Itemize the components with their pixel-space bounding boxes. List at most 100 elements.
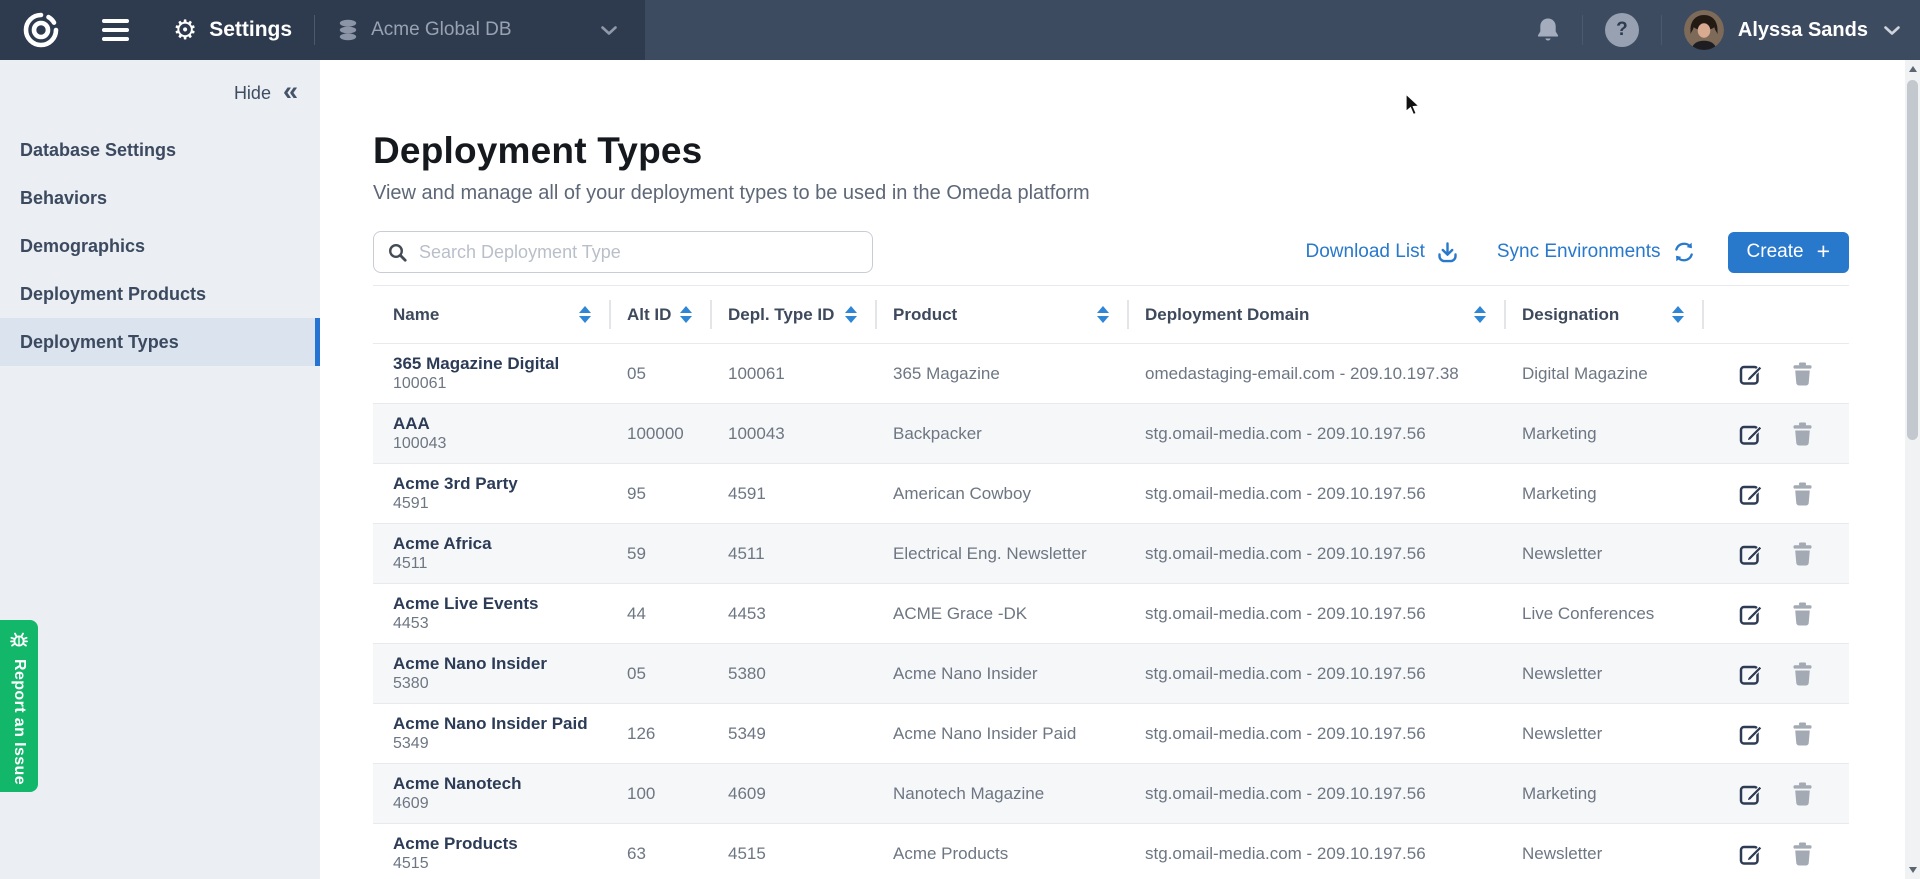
notifications-bell-icon[interactable] — [1536, 17, 1560, 43]
trash-icon[interactable] — [1792, 842, 1813, 866]
cell-name: Acme Live Events 4453 — [373, 593, 609, 634]
hide-label: Hide — [234, 83, 271, 104]
table-header: Name Alt ID Depl. Type ID Product Deploy… — [373, 285, 1849, 344]
edit-icon[interactable] — [1738, 421, 1764, 447]
trash-icon[interactable] — [1792, 782, 1813, 806]
nav-settings[interactable]: ⚙ Settings — [173, 17, 292, 44]
trash-icon[interactable] — [1792, 482, 1813, 506]
trash-icon[interactable] — [1792, 602, 1813, 626]
cell-depl-type-id: 100043 — [710, 424, 875, 444]
sidebar-item-behaviors[interactable]: Behaviors — [0, 174, 320, 222]
report-an-issue-tab[interactable]: Report an Issue — [0, 620, 38, 792]
column-header-deployment-domain[interactable]: Deployment Domain — [1127, 286, 1504, 343]
cell-actions — [1702, 601, 1849, 627]
page-subtitle: View and manage all of your deployment t… — [373, 182, 1849, 205]
cell-alt-id: 63 — [609, 844, 710, 864]
cell-alt-id: 05 — [609, 364, 710, 384]
sidebar-hide-button[interactable]: Hide « — [0, 60, 320, 126]
table-row: Acme Live Events 4453 44 4453 ACME Grace… — [373, 584, 1849, 644]
cell-domain: stg.omail-media.com - 209.10.197.56 — [1127, 604, 1504, 624]
trash-icon[interactable] — [1792, 422, 1813, 446]
cell-actions — [1702, 781, 1849, 807]
sidebar-item-deployment-types[interactable]: Deployment Types — [0, 318, 320, 366]
scroll-down-arrow[interactable] — [1905, 862, 1920, 878]
table-row: Acme Nano Insider 5380 05 5380 Acme Nano… — [373, 644, 1849, 704]
cell-alt-id: 126 — [609, 724, 710, 744]
trash-icon[interactable] — [1792, 362, 1813, 386]
cell-depl-type-id: 5380 — [710, 664, 875, 684]
search-input[interactable] — [373, 231, 873, 273]
sync-environments-link[interactable]: Sync Environments — [1497, 240, 1696, 264]
edit-icon[interactable] — [1738, 721, 1764, 747]
settings-label: Settings — [209, 18, 292, 42]
database-icon — [337, 19, 359, 41]
cell-name: AAA 100043 — [373, 413, 609, 454]
edit-icon[interactable] — [1738, 481, 1764, 507]
vertical-scrollbar — [1905, 60, 1920, 879]
cell-product: Nanotech Magazine — [875, 784, 1127, 804]
create-button[interactable]: Create + — [1728, 232, 1849, 273]
edit-icon[interactable] — [1738, 661, 1764, 687]
edit-icon[interactable] — [1738, 841, 1764, 867]
sort-arrows-icon — [1672, 306, 1684, 323]
navbar-right-section: ? Alyssa Sands — [1536, 0, 1920, 60]
cell-domain: stg.omail-media.com - 209.10.197.56 — [1127, 544, 1504, 564]
cell-actions — [1702, 481, 1849, 507]
user-name[interactable]: Alyssa Sands — [1738, 19, 1868, 42]
sort-arrows-icon — [680, 306, 692, 323]
column-header-alt-id[interactable]: Alt ID — [609, 286, 710, 343]
download-list-link[interactable]: Download List — [1306, 241, 1459, 264]
cell-domain: stg.omail-media.com - 209.10.197.56 — [1127, 724, 1504, 744]
database-selector[interactable]: Acme Global DB — [337, 19, 645, 41]
cell-name: Acme Africa 4511 — [373, 533, 609, 574]
cell-domain: omedastaging-email.com - 209.10.197.38 — [1127, 364, 1504, 384]
column-header-name[interactable]: Name — [373, 286, 609, 343]
edit-icon[interactable] — [1738, 601, 1764, 627]
user-menu-chevron-icon[interactable] — [1884, 26, 1900, 35]
sidebar-item-deployment-products[interactable]: Deployment Products — [0, 270, 320, 318]
edit-icon[interactable] — [1738, 541, 1764, 567]
database-name: Acme Global DB — [371, 19, 511, 41]
cell-alt-id: 59 — [609, 544, 710, 564]
navbar-divider — [314, 15, 315, 45]
edit-icon[interactable] — [1738, 781, 1764, 807]
edit-icon[interactable] — [1738, 361, 1764, 387]
sidebar-item-demographics[interactable]: Demographics — [0, 222, 320, 270]
cell-product: Acme Products — [875, 844, 1127, 864]
help-icon[interactable]: ? — [1605, 13, 1639, 47]
cell-designation: Marketing — [1504, 784, 1702, 804]
download-icon — [1436, 241, 1459, 264]
cell-designation: Newsletter — [1504, 724, 1702, 744]
cell-alt-id: 44 — [609, 604, 710, 624]
trash-icon[interactable] — [1792, 542, 1813, 566]
toolbar: Download List Sync Environments Create + — [373, 231, 1849, 273]
omeda-logo-icon[interactable] — [20, 9, 62, 51]
sort-arrows-icon — [579, 306, 591, 323]
cell-designation: Newsletter — [1504, 664, 1702, 684]
table-row: 365 Magazine Digital 100061 05 100061 36… — [373, 344, 1849, 404]
hamburger-menu-icon[interactable] — [102, 19, 129, 41]
cell-depl-type-id: 4453 — [710, 604, 875, 624]
cell-alt-id: 95 — [609, 484, 710, 504]
cell-depl-type-id: 4591 — [710, 484, 875, 504]
settings-sidebar: Hide « Database Settings Behaviors Demog… — [0, 60, 320, 879]
sort-arrows-icon — [845, 306, 857, 323]
deployment-types-table: Name Alt ID Depl. Type ID Product Deploy… — [373, 285, 1849, 879]
sidebar-item-database-settings[interactable]: Database Settings — [0, 126, 320, 174]
avatar[interactable] — [1684, 10, 1724, 50]
cell-depl-type-id: 4609 — [710, 784, 875, 804]
trash-icon[interactable] — [1792, 722, 1813, 746]
table-row: Acme Nano Insider Paid 5349 126 5349 Acm… — [373, 704, 1849, 764]
cell-name: Acme Nano Insider Paid 5349 — [373, 713, 609, 754]
top-navbar: ⚙ Settings Acme Global DB — [0, 0, 1920, 60]
cell-alt-id: 100 — [609, 784, 710, 804]
table-row: Acme 3rd Party 4591 95 4591 American Cow… — [373, 464, 1849, 524]
trash-icon[interactable] — [1792, 662, 1813, 686]
scrollbar-thumb[interactable] — [1907, 80, 1918, 440]
scroll-up-arrow[interactable] — [1905, 61, 1920, 77]
cell-actions — [1702, 841, 1849, 867]
column-header-depl-type-id[interactable]: Depl. Type ID — [710, 286, 875, 343]
cell-product: Acme Nano Insider — [875, 664, 1127, 684]
column-header-product[interactable]: Product — [875, 286, 1127, 343]
column-header-designation[interactable]: Designation — [1504, 286, 1702, 343]
